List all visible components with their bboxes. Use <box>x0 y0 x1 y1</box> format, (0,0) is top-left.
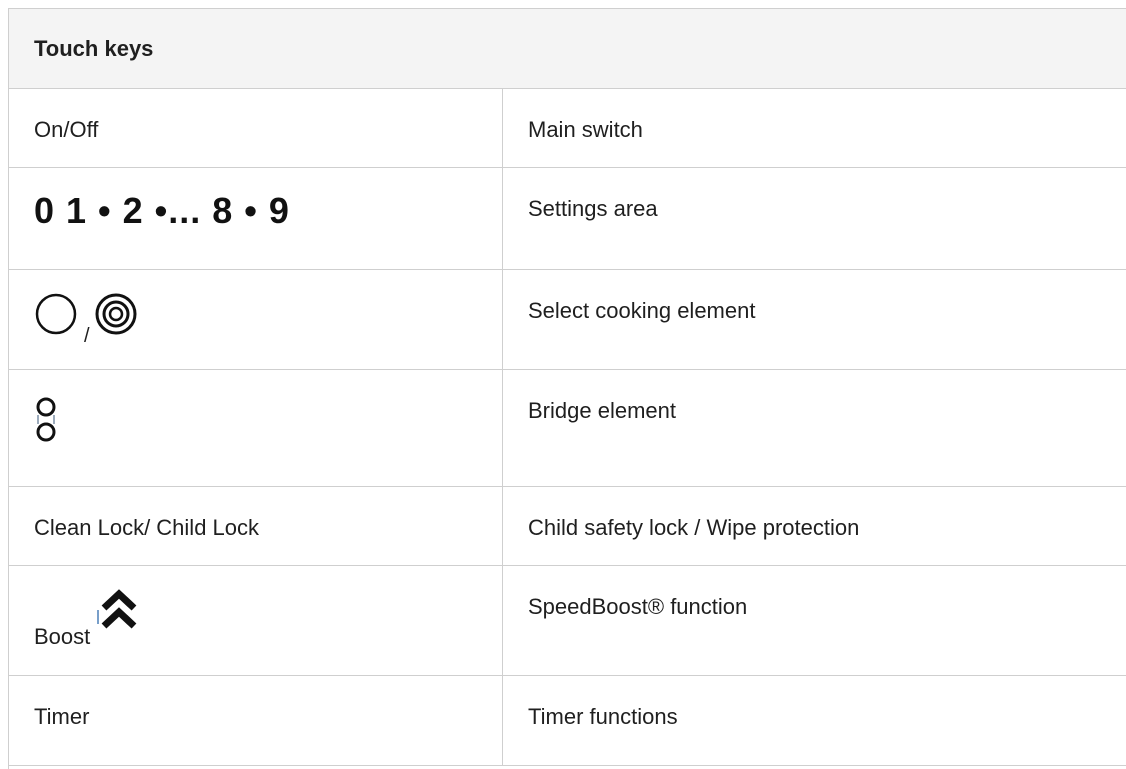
function-label: Main switch <box>528 117 643 142</box>
table-header-row: Touch keys <box>9 9 1126 89</box>
function-label: SpeedBoost® function <box>528 594 748 619</box>
key-cell: On/Off <box>9 89 503 167</box>
function-cell: SpeedBoost® function <box>503 566 1126 675</box>
key-cell <box>9 370 503 486</box>
function-label: Settings area <box>528 196 658 221</box>
table-row: 0 1 • 2 •... 8 • 9 Settings area <box>9 168 1126 270</box>
table-header: Touch keys <box>34 35 154 61</box>
function-cell: Main switch <box>503 89 1126 167</box>
key-cell: Clean Lock/ Child Lock <box>9 487 503 565</box>
table-row: Boost SpeedBoost® function <box>9 566 1126 676</box>
single-circle-icon <box>34 292 78 342</box>
function-label: Child safety lock / Wipe protection <box>528 515 860 540</box>
table-row: Bridge element <box>9 370 1126 487</box>
touch-keys-table: Touch keys On/Off Main switch 0 1 • 2 •.… <box>8 8 1126 769</box>
key-cell: 0 1 • 2 •... 8 • 9 <box>9 168 503 269</box>
function-label: Bridge element <box>528 398 676 423</box>
key-label: Timer <box>34 704 90 729</box>
key-label: Clean Lock/ Child Lock <box>34 515 260 540</box>
double-circle-icon <box>94 292 138 342</box>
function-cell: Select cooking element <box>503 270 1126 369</box>
function-cell: Child safety lock / Wipe protection <box>503 487 1126 565</box>
function-label: Select cooking element <box>528 298 756 323</box>
function-cell: Settings area <box>503 168 1126 269</box>
key-label: Boost <box>34 624 91 649</box>
bridge-element-icon <box>34 370 502 452</box>
settings-digits: 0 1 • 2 •... 8 • 9 <box>34 190 290 231</box>
double-chevron-up-icon <box>96 584 142 640</box>
function-cell: Bridge element <box>503 370 1126 486</box>
table-row: / Select cooking element <box>9 270 1126 370</box>
table-row: Timer Timer functions <box>9 676 1126 766</box>
separator-slash: / <box>84 325 90 347</box>
function-label: Timer functions <box>528 704 678 729</box>
table-row: Clean Lock/ Child Lock Child safety lock… <box>9 487 1126 566</box>
key-label: On/Off <box>34 117 99 142</box>
key-cell: Boost <box>9 566 503 675</box>
key-cell: Timer <box>9 676 503 765</box>
key-cell: / <box>9 270 503 369</box>
function-cell: Timer functions <box>503 676 1126 765</box>
table-row: On/Off Main switch <box>9 89 1126 168</box>
